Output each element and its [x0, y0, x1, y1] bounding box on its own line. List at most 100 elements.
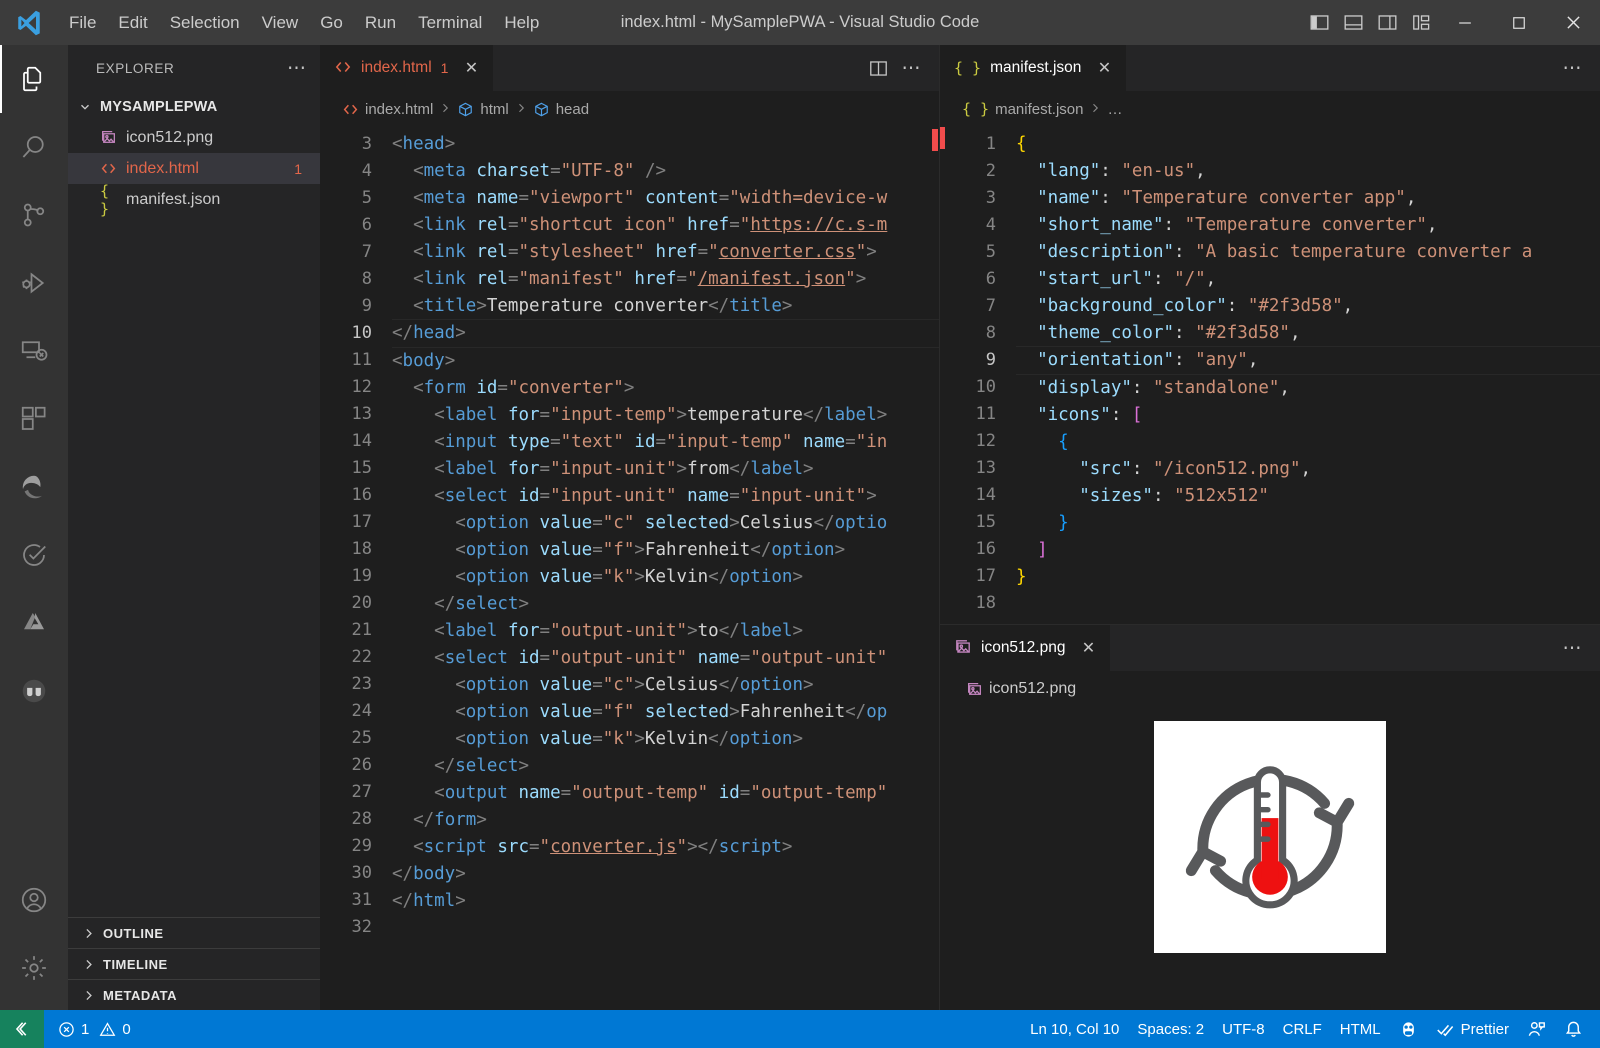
- title-bar-actions: [1302, 0, 1600, 45]
- code-line: <select id="output-unit" name="output-un…: [434, 648, 888, 668]
- image-file-icon: [954, 638, 972, 659]
- status-label: UTF-8: [1222, 1020, 1265, 1038]
- error-marker: [932, 129, 938, 151]
- close-icon[interactable]: ✕: [1094, 58, 1114, 78]
- activitybar-item-accounts[interactable]: [0, 866, 68, 934]
- activitybar-item-remote-explorer[interactable]: [0, 317, 68, 385]
- sidebar-section-metadata[interactable]: METADATA: [68, 979, 320, 1010]
- line-number: 32: [351, 917, 372, 937]
- activity-bar: [0, 45, 68, 1010]
- status-port-forwarding[interactable]: [1390, 1010, 1427, 1048]
- status-editor-language[interactable]: HTML: [1331, 1010, 1390, 1048]
- line-number: 21: [351, 620, 372, 640]
- activitybar-item-extensions[interactable]: [0, 385, 68, 453]
- image-file-icon: [966, 681, 983, 698]
- code-editor-index-html[interactable]: 3 4 5 6 7 8 9 10 11 12 13 14 15 16 17 18 19 20 21 22 23 24 25 2…: [320, 127, 939, 1010]
- line-number: 24: [351, 701, 372, 721]
- maximize-button[interactable]: [1492, 0, 1546, 45]
- status-label: Prettier: [1460, 1020, 1509, 1038]
- toggle-panel[interactable]: [1336, 0, 1370, 45]
- status-feedback[interactable]: [1518, 1010, 1555, 1048]
- ellipsis-icon[interactable]: ⋯: [287, 57, 308, 80]
- code-line: <label for="input-temp">temperature</lab…: [434, 405, 888, 425]
- overview-ruler-left[interactable]: [925, 127, 939, 1010]
- toggle-secondary-sidebar[interactable]: [1370, 0, 1404, 45]
- code-line: <meta name="viewport" content="width=dev…: [413, 188, 888, 208]
- tab-index-html[interactable]: index.html 1 ✕: [320, 45, 495, 91]
- tree-root-label: MYSAMPLEPWA: [100, 98, 218, 115]
- sidebar-section-timeline[interactable]: TIMELINE: [68, 948, 320, 979]
- close-button[interactable]: [1546, 0, 1600, 45]
- activitybar-item-edge-tools[interactable]: [0, 453, 68, 521]
- sidebar-section-outline[interactable]: OUTLINE: [68, 917, 320, 948]
- line-number: 9: [361, 296, 372, 316]
- activitybar-item-azure[interactable]: [0, 589, 68, 657]
- line-number: 13: [351, 404, 372, 424]
- close-icon[interactable]: ✕: [1078, 638, 1098, 658]
- code-line: <option value="c">Celsius</option>: [455, 675, 814, 695]
- line-number: 4: [361, 161, 372, 181]
- status-label: CRLF: [1282, 1020, 1322, 1038]
- toggle-primary-sidebar[interactable]: [1302, 0, 1336, 45]
- breadcrumb-item[interactable]: html: [457, 101, 509, 118]
- menu-file[interactable]: File: [58, 9, 107, 37]
- file-tree-item-icon512-png[interactable]: icon512.png: [68, 122, 320, 153]
- line-number: 11: [975, 404, 996, 424]
- activitybar-item-explorer[interactable]: [0, 45, 68, 113]
- close-icon[interactable]: ✕: [461, 58, 481, 78]
- file-tree-item-index-html[interactable]: index.html 1: [68, 153, 320, 184]
- menu-selection[interactable]: Selection: [159, 9, 251, 37]
- json-file-icon: { }: [954, 59, 982, 77]
- breadcrumb-item[interactable]: …: [1107, 101, 1122, 118]
- code-line: "icons": [: [1037, 405, 1143, 425]
- code-content-manifest[interactable]: { "lang": "en-us", "name": "Temperature …: [1008, 127, 1600, 624]
- status-editor-position[interactable]: Ln 10, Col 10: [1021, 1010, 1128, 1048]
- activitybar-item-settings[interactable]: [0, 934, 68, 1002]
- line-number: 16: [351, 485, 372, 505]
- status-editor-indentation[interactable]: Spaces: 2: [1128, 1010, 1213, 1048]
- minimize-button[interactable]: [1438, 0, 1492, 45]
- ellipsis-icon[interactable]: ⋯: [1558, 53, 1588, 83]
- editor-group-right: { } manifest.json ✕ ⋯ { } manifest.json… …: [940, 45, 1600, 1010]
- menu-help[interactable]: Help: [493, 9, 550, 37]
- activitybar-item-theater-mask[interactable]: [0, 657, 68, 725]
- customize-layout[interactable]: [1404, 0, 1438, 45]
- code-editor-manifest-json[interactable]: 1 2 3 4 5 6 7 8 9 10 11 12 13 14 15 16 17 18 { "lang": "e…: [940, 127, 1600, 624]
- breadcrumb-item[interactable]: index.html: [342, 101, 433, 118]
- breadcrumb-item[interactable]: icon512.png: [966, 680, 1076, 698]
- status-problems[interactable]: 1 0: [44, 1010, 140, 1048]
- status-editor-encoding[interactable]: UTF-8: [1213, 1010, 1274, 1048]
- menu-go[interactable]: Go: [309, 9, 354, 37]
- menu-view[interactable]: View: [251, 9, 310, 37]
- temperature-converter-icon: [1154, 721, 1386, 953]
- ellipsis-icon[interactable]: ⋯: [1558, 633, 1588, 663]
- breadcrumb-item[interactable]: { } manifest.json: [962, 100, 1083, 118]
- tree-root-folder[interactable]: MYSAMPLEPWA: [68, 91, 320, 122]
- status-notifications[interactable]: [1555, 1010, 1592, 1048]
- remote-host-icon[interactable]: [0, 1010, 44, 1048]
- activitybar-item-testing[interactable]: [0, 521, 68, 589]
- line-number: 26: [351, 755, 372, 775]
- file-tree-item-manifest-json[interactable]: { } manifest.json: [68, 182, 320, 218]
- line-number: 17: [975, 566, 996, 586]
- ellipsis-icon[interactable]: ⋯: [897, 53, 927, 83]
- line-number: 22: [351, 647, 372, 667]
- menu-edit[interactable]: Edit: [107, 9, 158, 37]
- status-prettier-status[interactable]: Prettier: [1427, 1010, 1518, 1048]
- activitybar-item-search[interactable]: [0, 113, 68, 181]
- activitybar-item-run-and-debug[interactable]: [0, 249, 68, 317]
- tab-manifest-json[interactable]: { } manifest.json ✕: [940, 45, 1128, 91]
- activitybar-item-source-control[interactable]: [0, 181, 68, 249]
- code-line: "lang": "en-us",: [1037, 161, 1206, 181]
- menu-terminal[interactable]: Terminal: [407, 9, 493, 37]
- code-content-left[interactable]: <head> <meta charset="UTF-8" /> <meta na…: [384, 127, 939, 1010]
- breadcrumb-item[interactable]: head: [533, 101, 589, 118]
- sidebar-title: EXPLORER ⋯: [68, 45, 320, 91]
- tab-icon512-png[interactable]: icon512.png ✕: [940, 625, 1112, 671]
- tab-problem-badge: 1: [440, 60, 449, 76]
- code-line: "theme_color": "#2f3d58",: [1037, 323, 1301, 343]
- line-number: 18: [351, 539, 372, 559]
- menu-run[interactable]: Run: [354, 9, 407, 37]
- split-editor-icon[interactable]: [863, 53, 893, 83]
- status-editor-eol[interactable]: CRLF: [1274, 1010, 1331, 1048]
